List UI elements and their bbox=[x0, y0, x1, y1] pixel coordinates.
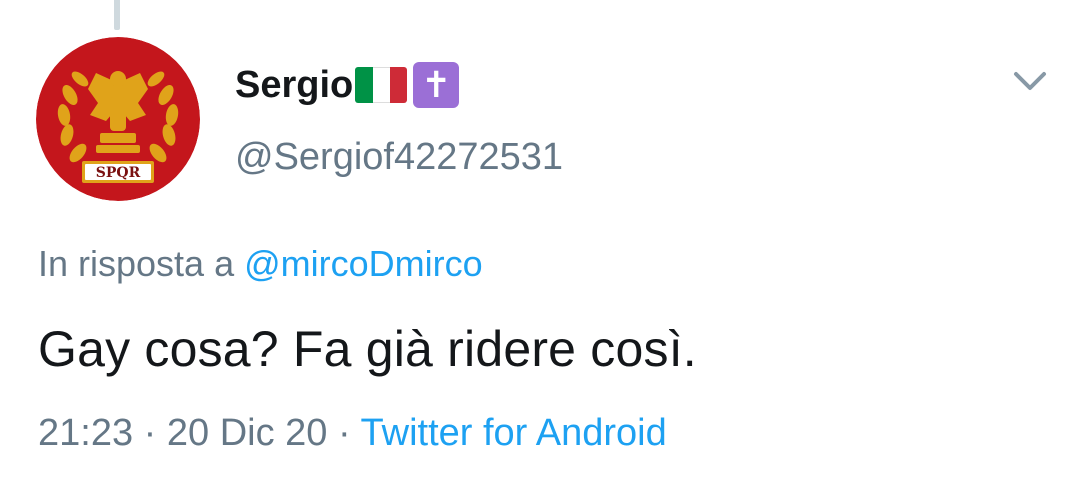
thread-connector-line bbox=[114, 0, 120, 30]
spqr-eagle-icon: SPQR bbox=[36, 37, 200, 201]
author-name-text: Sergio bbox=[235, 64, 354, 106]
author-display-name[interactable]: Sergio ✝ bbox=[235, 62, 460, 108]
tweet-menu-chevron-icon[interactable] bbox=[1010, 66, 1050, 96]
avatar-spqr-text: SPQR bbox=[96, 165, 141, 181]
tweet-source-link[interactable]: Twitter for Android bbox=[361, 412, 667, 454]
meta-separator: · bbox=[337, 412, 351, 454]
italy-flag-icon bbox=[355, 67, 408, 103]
avatar[interactable]: SPQR bbox=[36, 37, 200, 201]
tweet-metadata: 21:23 · 20 Dic 20 · Twitter for Android bbox=[38, 412, 667, 455]
meta-separator: · bbox=[143, 412, 157, 454]
reply-context: In risposta a @mircoDmirco bbox=[38, 243, 483, 285]
tweet-time[interactable]: 21:23 bbox=[38, 412, 133, 454]
tweet-text: Gay cosa? Fa già ridere così. bbox=[38, 321, 697, 377]
tweet-date[interactable]: 20 Dic 20 bbox=[167, 412, 328, 454]
reply-prefix: In risposta a bbox=[38, 243, 235, 284]
author-handle[interactable]: @Sergiof42272531 bbox=[235, 136, 563, 179]
reply-target-link[interactable]: @mircoDmirco bbox=[244, 243, 483, 284]
latin-cross-icon: ✝ bbox=[413, 62, 460, 108]
